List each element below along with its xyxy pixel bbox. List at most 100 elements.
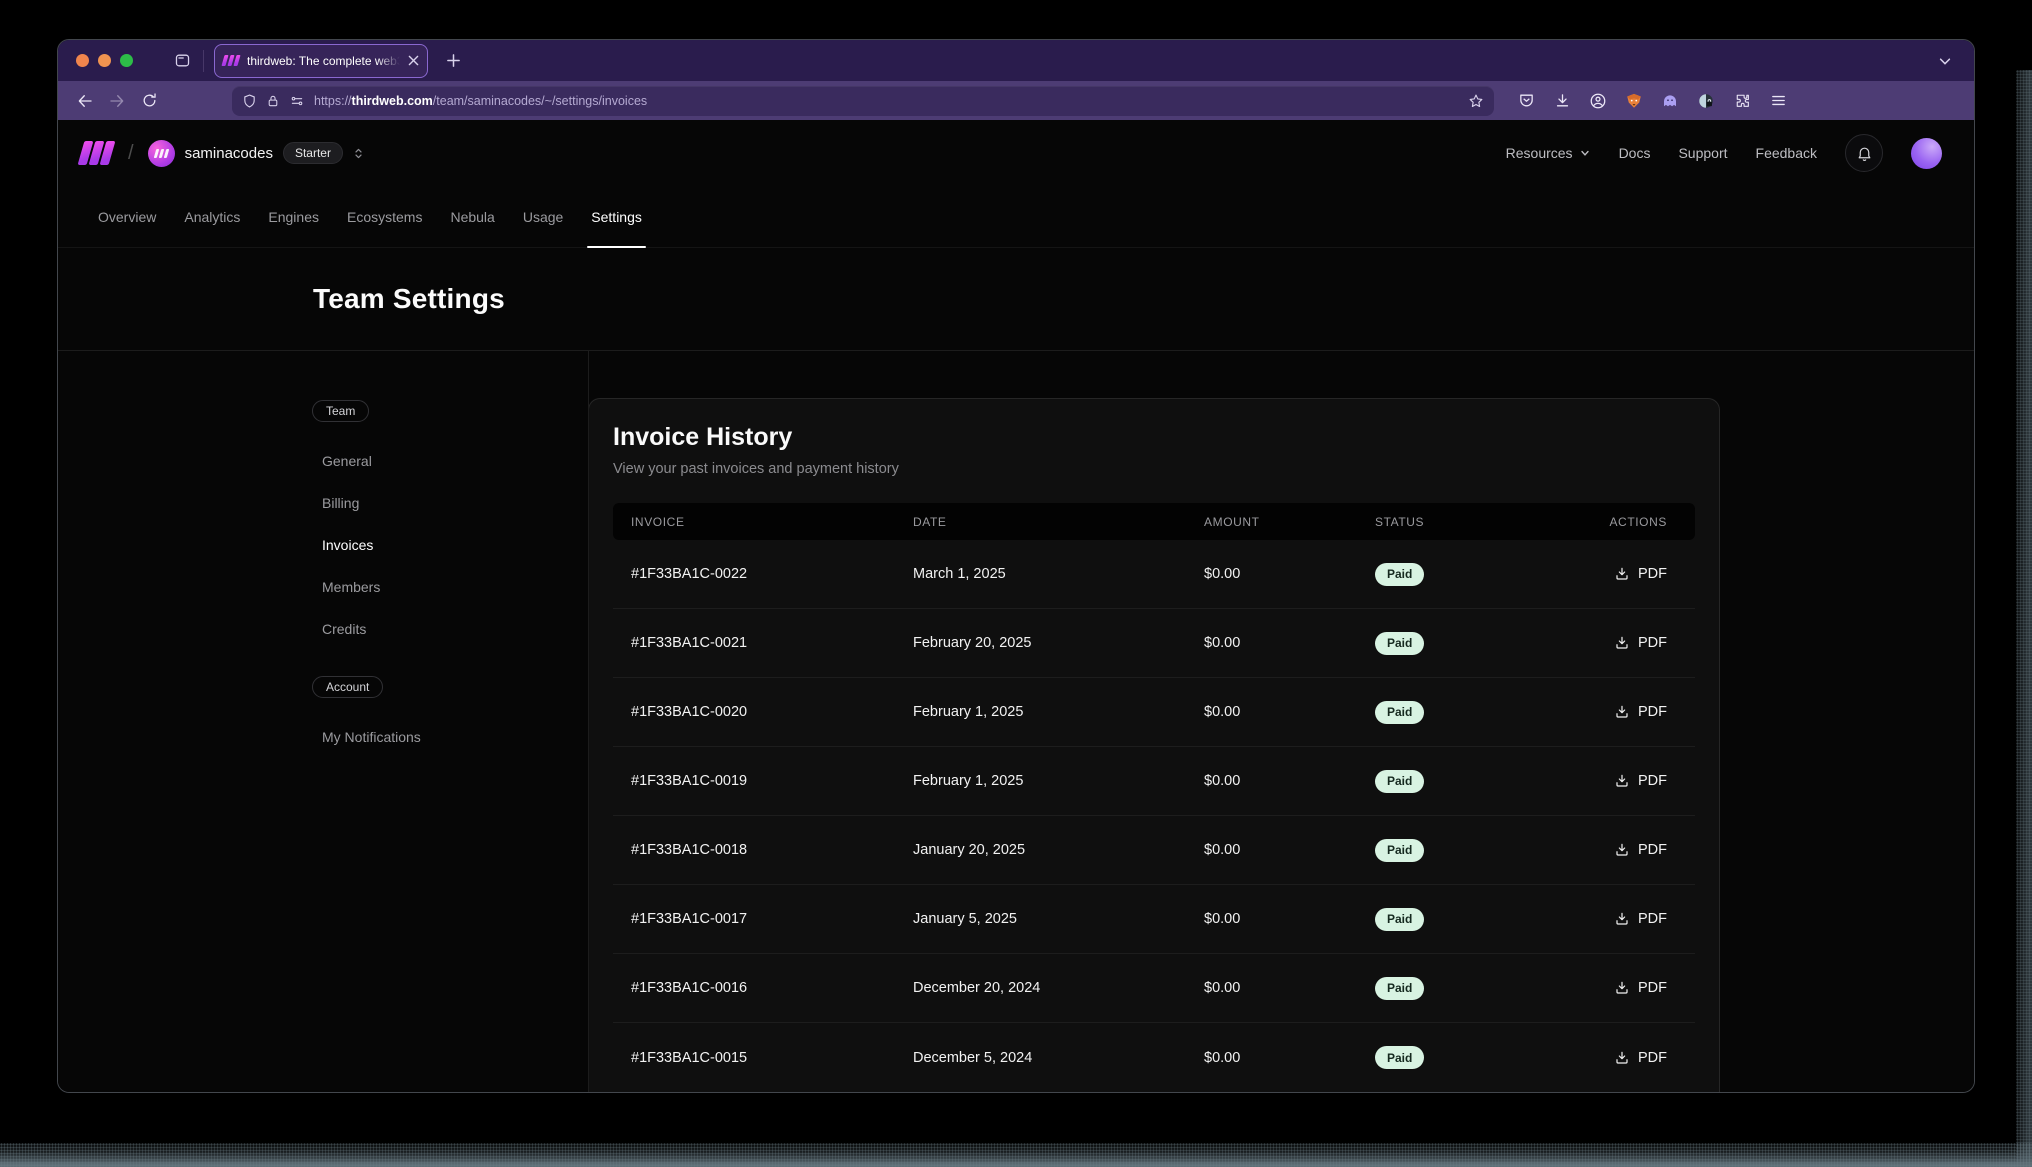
feedback-link[interactable]: Feedback [1756,145,1817,161]
connection-lock-icon[interactable] [266,93,280,109]
status-badge: Paid [1375,563,1424,586]
downloads-icon[interactable] [1546,87,1578,115]
invoice-number: #1F33BA1C-0020 [613,704,913,720]
invoice-date: January 20, 2025 [913,842,1204,858]
team-switcher-icon[interactable] [351,146,366,161]
metamask-icon[interactable] [1618,87,1650,115]
docs-link[interactable]: Docs [1619,145,1651,161]
settings-main: Team General Billing Invoices Members Cr… [58,351,1974,1092]
sidebar-item-invoices[interactable]: Invoices [322,524,588,566]
invoice-status: Paid [1367,839,1567,862]
page-title-band: Team Settings [58,248,1974,351]
zoom-window-button[interactable] [120,54,133,67]
download-pdf-button[interactable]: PDF [1567,842,1695,858]
resources-menu[interactable]: Resources [1506,145,1591,161]
tab-divider [203,50,204,72]
browser-tab-active[interactable]: thirdweb: The complete web3 d [214,44,428,78]
thirdweb-logo-icon[interactable] [78,141,116,165]
download-icon [1614,842,1630,858]
sidebar-item-credits[interactable]: Credits [322,608,588,650]
pdf-label: PDF [1638,842,1667,858]
invoice-status: Paid [1367,1046,1567,1069]
new-tab-button[interactable] [438,47,468,75]
toolbar-extensions [1510,87,1794,115]
page-title: Team Settings [313,283,505,315]
url-text: https://thirdweb.com/team/saminacodes/~/… [314,94,1459,108]
invoice-date: February 1, 2025 [913,704,1204,720]
tab-nebula[interactable]: Nebula [438,186,506,247]
sidebar-item-billing[interactable]: Billing [322,482,588,524]
invoice-row: #1F33BA1C-0017 January 5, 2025 $0.00 Pai… [613,885,1695,954]
browser-window: thirdweb: The complete web3 d [57,39,1975,1093]
invoice-number: #1F33BA1C-0015 [613,1050,913,1066]
minimize-window-button[interactable] [98,54,111,67]
tab-ecosystems[interactable]: Ecosystems [335,186,434,247]
desktop-wallpaper-edge [2016,70,2032,1167]
invoice-number: #1F33BA1C-0022 [613,566,913,582]
invoice-row: #1F33BA1C-0015 December 5, 2024 $0.00 Pa… [613,1023,1695,1092]
sidebar-item-general[interactable]: General [322,440,588,482]
pocket-icon[interactable] [1510,87,1542,115]
download-pdf-button[interactable]: PDF [1567,911,1695,927]
team-avatar[interactable] [148,140,175,167]
sidebar-item-my-notifications[interactable]: My Notifications [322,716,588,758]
header-links: Resources Docs Support Feedback [1506,134,1942,172]
download-icon [1614,566,1630,582]
bookmark-star-icon[interactable] [1468,93,1484,109]
sidebar-item-members[interactable]: Members [322,566,588,608]
account-icon[interactable] [1582,87,1614,115]
breadcrumb-separator: / [128,142,134,165]
invoice-amount: $0.00 [1204,704,1367,720]
status-badge: Paid [1375,701,1424,724]
invoice-date: January 5, 2025 [913,911,1204,927]
tracking-protection-shield-icon[interactable] [242,93,257,109]
user-avatar[interactable] [1911,138,1942,169]
menu-hamburger-icon[interactable] [1762,87,1794,115]
close-tab-icon[interactable] [408,55,419,66]
col-date: DATE [913,515,1204,529]
invoice-row: #1F33BA1C-0019 February 1, 2025 $0.00 Pa… [613,747,1695,816]
extensions-puzzle-icon[interactable] [1726,87,1758,115]
download-pdf-button[interactable]: PDF [1567,635,1695,651]
notifications-bell-icon[interactable] [1845,134,1883,172]
permissions-toggle-icon[interactable] [289,94,305,108]
close-window-button[interactable] [76,54,89,67]
invoice-date: December 20, 2024 [913,980,1204,996]
back-icon[interactable] [70,87,100,115]
invoice-amount: $0.00 [1204,566,1367,582]
phantom-icon[interactable] [1654,87,1686,115]
invoice-number: #1F33BA1C-0016 [613,980,913,996]
privacy-extension-icon[interactable] [1690,87,1722,115]
tab-analytics[interactable]: Analytics [172,186,252,247]
tab-settings[interactable]: Settings [579,186,654,247]
reload-icon[interactable] [134,87,164,115]
invoice-date: February 1, 2025 [913,773,1204,789]
pdf-label: PDF [1638,566,1667,582]
support-link[interactable]: Support [1678,145,1727,161]
tab-usage[interactable]: Usage [511,186,575,247]
download-icon [1614,704,1630,720]
pdf-label: PDF [1638,704,1667,720]
tab-overview[interactable]: Overview [86,186,168,247]
settings-sidebar: Team General Billing Invoices Members Cr… [58,351,588,1092]
invoice-date: March 1, 2025 [913,566,1204,582]
download-icon [1614,635,1630,651]
download-pdf-button[interactable]: PDF [1567,980,1695,996]
tab-engines[interactable]: Engines [256,186,331,247]
team-name[interactable]: saminacodes [185,145,273,162]
download-pdf-button[interactable]: PDF [1567,566,1695,582]
download-pdf-button[interactable]: PDF [1567,773,1695,789]
url-bar[interactable]: https://thirdweb.com/team/saminacodes/~/… [232,86,1494,116]
sidebar-team-label: Team [312,400,369,422]
download-pdf-button[interactable]: PDF [1567,704,1695,720]
firefox-view-icon[interactable] [167,47,197,75]
invoice-row: #1F33BA1C-0022 March 1, 2025 $0.00 Paid … [613,540,1695,609]
invoice-status: Paid [1367,701,1567,724]
col-actions: ACTIONS [1567,515,1695,529]
list-all-tabs-icon[interactable] [1930,47,1960,75]
invoice-row: #1F33BA1C-0020 February 1, 2025 $0.00 Pa… [613,678,1695,747]
download-pdf-button[interactable]: PDF [1567,1050,1695,1066]
invoice-row: #1F33BA1C-0018 January 20, 2025 $0.00 Pa… [613,816,1695,885]
invoice-date: February 20, 2025 [913,635,1204,651]
forward-icon[interactable] [102,87,132,115]
